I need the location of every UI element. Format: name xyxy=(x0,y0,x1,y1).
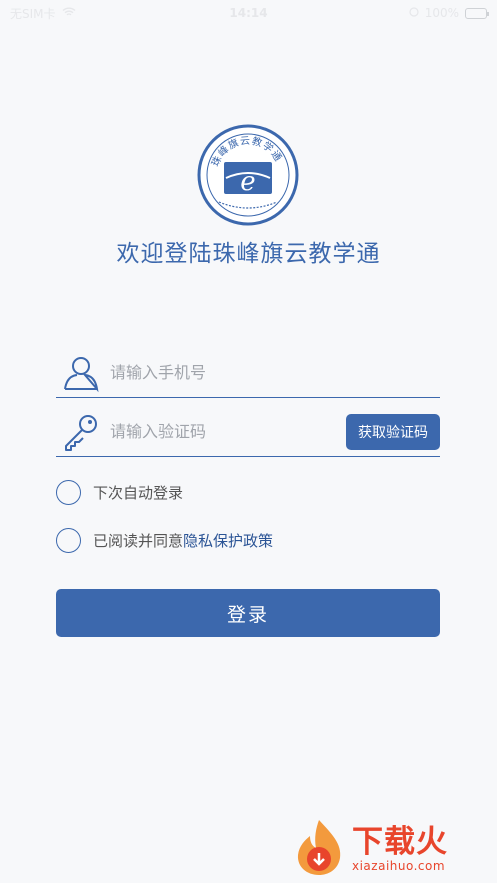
flame-logo-icon xyxy=(292,818,346,880)
watermark-text: 下载火 xiazaihuo.com xyxy=(352,825,448,873)
code-field-row: 获取验证码 xyxy=(56,407,440,457)
battery-icon xyxy=(465,7,489,19)
key-icon xyxy=(60,411,102,453)
agree-label: 已阅读并同意 xyxy=(93,532,184,550)
phone-field-row xyxy=(56,348,440,398)
login-button[interactable]: 登录 xyxy=(56,589,440,637)
privacy-row[interactable]: 已阅读并同意 隐私保护政策 xyxy=(56,528,273,553)
agree-checkbox[interactable] xyxy=(56,528,81,553)
auto-login-checkbox[interactable] xyxy=(56,480,81,505)
welcome-title: 欢迎登陆珠峰旗云教学通 xyxy=(116,241,381,267)
app-logo: 珠峰旗云教学通 e xyxy=(197,124,299,226)
code-input[interactable] xyxy=(110,422,346,441)
get-code-button[interactable]: 获取验证码 xyxy=(346,413,440,450)
watermark: 下载火 xiazaihuo.com xyxy=(292,818,495,880)
watermark-en: xiazaihuo.com xyxy=(352,859,446,873)
svg-text:e: e xyxy=(240,167,255,197)
auto-login-label: 下次自动登录 xyxy=(93,484,184,502)
status-bar: 无SIM卡 14:14 100% xyxy=(0,0,497,26)
privacy-policy-link[interactable]: 隐私保护政策 xyxy=(183,530,273,551)
status-time: 14:14 xyxy=(229,6,268,20)
phone-input[interactable] xyxy=(110,363,440,382)
watermark-cn: 下载火 xyxy=(352,824,448,860)
user-icon xyxy=(60,352,102,394)
auto-login-row[interactable]: 下次自动登录 xyxy=(56,480,183,505)
